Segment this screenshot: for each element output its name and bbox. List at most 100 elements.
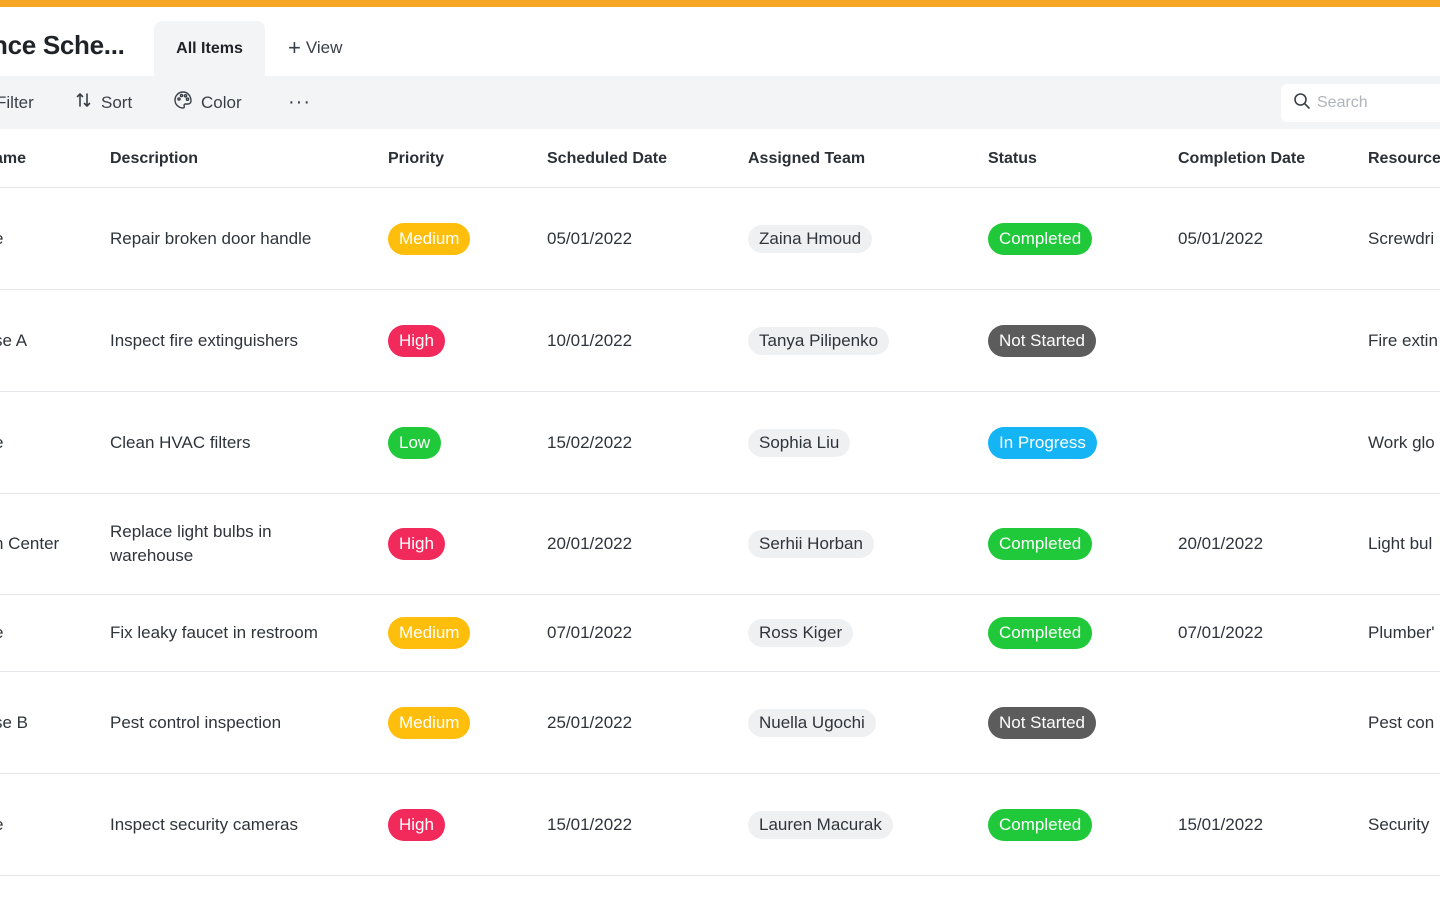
cell-priority[interactable]: Medium [388, 595, 471, 671]
accent-top-bar [0, 0, 1440, 7]
col-header-name[interactable]: ame [0, 130, 94, 187]
status-badge: Completed [988, 222, 1093, 255]
cell-resource: Light bul [1368, 534, 1433, 553]
priority-badge: High [388, 528, 445, 560]
cell-priority[interactable]: Low [388, 392, 442, 493]
team-chip: Ross Kiger [748, 619, 854, 647]
cell-resource: Fire extin [1368, 330, 1438, 350]
priority-badge: High [388, 808, 445, 841]
cell-status[interactable]: Completed [988, 774, 1093, 875]
table-row[interactable]: e Repair broken door handle Medium 05/01/20… [0, 188, 1440, 290]
cell-status[interactable]: Completed [988, 188, 1093, 289]
color-label: Color [201, 92, 242, 112]
col-header-description[interactable]: Description [110, 130, 198, 187]
priority-badge: Low [388, 426, 442, 459]
sort-label: Sort [101, 92, 133, 112]
cell-description: Replace light bulbs in warehouse [110, 522, 272, 565]
cell-resource: Pest con [1368, 712, 1435, 732]
cell-scheduled-date: 05/01/2022 [547, 228, 633, 248]
table-row[interactable]: e Fix leaky faucet in restroom Medium 07/01… [0, 595, 1440, 672]
search-box[interactable] [1281, 84, 1440, 122]
cell-priority[interactable]: High [388, 290, 445, 391]
cell-assigned-team[interactable]: Nuella Ugochi [748, 672, 876, 773]
palette-icon [173, 90, 193, 115]
cell-status[interactable]: Completed [988, 595, 1093, 671]
cell-priority[interactable]: Medium [388, 672, 471, 773]
cell-completion-date: 05/01/2022 [1178, 228, 1264, 248]
sort-icon [75, 91, 93, 114]
cell-scheduled-date: 15/02/2022 [547, 432, 633, 452]
cell-assigned-team[interactable]: Lauren Macurak [748, 774, 893, 875]
sort-button[interactable]: Sort [75, 76, 132, 129]
color-button[interactable]: Color [173, 76, 242, 129]
team-chip: Serhii Horban [748, 530, 874, 558]
cell-priority[interactable]: High [388, 494, 445, 594]
cell-status[interactable]: Not Started [988, 290, 1096, 391]
cell-name: se B [0, 712, 29, 732]
cell-status[interactable]: Not Started [988, 672, 1096, 773]
cell-scheduled-date: 10/01/2022 [547, 330, 633, 350]
page-title: nce Sche... [0, 30, 125, 60]
col-header-priority[interactable]: Priority [388, 130, 444, 187]
status-badge: In Progress [988, 426, 1097, 459]
cell-name: n Center [0, 534, 60, 553]
cell-priority[interactable]: Medium [388, 188, 471, 289]
add-view-button[interactable]: + View [288, 36, 342, 60]
cell-description: Repair broken door handle [110, 228, 312, 248]
toolbar: Filter Sort Color ··· [0, 76, 1440, 129]
cell-assigned-team[interactable]: Tanya Pilipenko [748, 290, 890, 391]
cell-scheduled-date: 25/01/2022 [547, 712, 633, 732]
team-chip: Zaina Hmoud [748, 224, 873, 253]
cell-resource: Security [1368, 814, 1430, 834]
cell-name: e [0, 774, 94, 875]
cell-description: Inspect security cameras [110, 814, 299, 834]
search-input[interactable] [1317, 94, 1437, 112]
tab-all-items[interactable]: All Items [154, 21, 265, 76]
cell-description: Fix leaky faucet in restroom [110, 623, 318, 642]
col-header-scheduled-date[interactable]: Scheduled Date [547, 130, 667, 187]
cell-scheduled-date: 07/01/2022 [547, 623, 633, 642]
status-badge: Completed [988, 528, 1093, 560]
status-badge: Completed [988, 617, 1093, 649]
cell-description: Pest control inspection [110, 712, 282, 732]
add-view-label: View [305, 38, 343, 57]
cell-priority[interactable]: High [388, 774, 445, 875]
col-header-completion-date[interactable]: Completion Date [1178, 130, 1305, 187]
cell-name: e [0, 392, 94, 493]
table-row[interactable]: e Clean HVAC filters Low 15/02/2022 Sophia L… [0, 392, 1440, 494]
search-icon [1293, 92, 1311, 115]
cell-status[interactable]: In Progress [988, 392, 1097, 493]
cell-description: Clean HVAC filters [110, 432, 251, 452]
cell-scheduled-date: 15/01/2022 [547, 814, 633, 834]
cell-name: e [0, 595, 94, 671]
table-row[interactable]: n Center Replace light bulbs in warehouse… [0, 494, 1440, 595]
cell-assigned-team[interactable]: Serhii Horban [748, 494, 874, 594]
table-row[interactable]: se A Inspect fire extinguishers High 10/01/… [0, 290, 1440, 392]
cell-completion-date: 07/01/2022 [1178, 623, 1264, 642]
cell-resource: Screwdri [1368, 228, 1435, 248]
status-badge: Completed [988, 808, 1093, 841]
col-header-status[interactable]: Status [988, 130, 1037, 187]
table-row[interactable]: se B Pest control inspection Medium 25/01/2… [0, 672, 1440, 774]
col-header-assigned-team[interactable]: Assigned Team [748, 130, 865, 187]
more-icon: ··· [288, 91, 311, 113]
cell-name: se A [0, 330, 28, 350]
status-badge: Not Started [988, 324, 1096, 357]
more-options-button[interactable]: ··· [288, 76, 311, 129]
cell-assigned-team[interactable]: Zaina Hmoud [748, 188, 873, 289]
priority-badge: Medium [388, 617, 471, 649]
cell-assigned-team[interactable]: Sophia Liu [748, 392, 851, 493]
cell-status[interactable]: Completed [988, 494, 1093, 594]
cell-scheduled-date: 20/01/2022 [547, 534, 633, 553]
cell-name: e [0, 188, 94, 289]
cell-resource: Work glo [1368, 432, 1435, 452]
cell-description: Inspect fire extinguishers [110, 330, 299, 350]
priority-badge: High [388, 324, 445, 357]
col-header-resource[interactable]: Resource [1368, 130, 1440, 187]
priority-badge: Medium [388, 222, 471, 255]
plus-icon: + [288, 35, 301, 60]
cell-assigned-team[interactable]: Ross Kiger [748, 595, 854, 671]
table-row[interactable]: e Inspect security cameras High 15/01/2022 L… [0, 774, 1440, 876]
filter-button[interactable]: Filter [0, 76, 34, 129]
priority-badge: Medium [388, 706, 471, 739]
